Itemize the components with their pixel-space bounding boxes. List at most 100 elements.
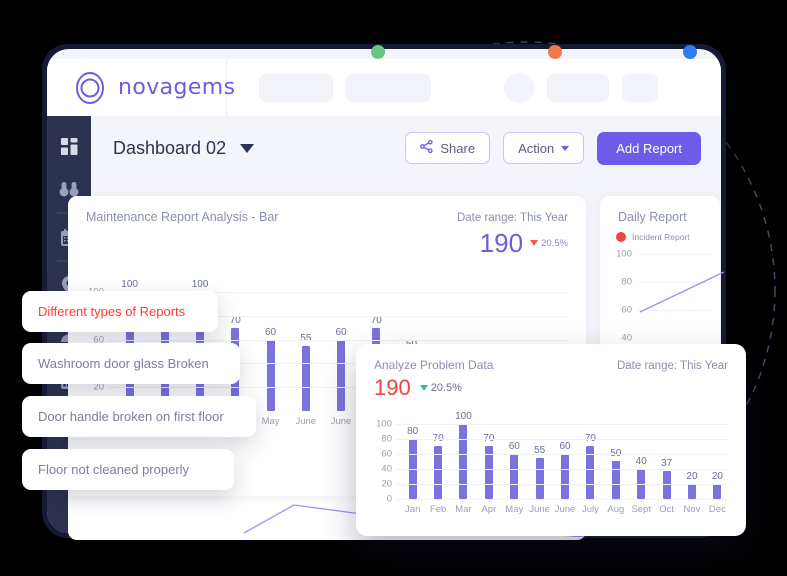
x-axis-tick: June <box>330 416 352 427</box>
sidebar-item-dashboard[interactable] <box>47 126 91 166</box>
appbar-placeholder-1 <box>259 73 333 102</box>
deco-dot-orange <box>548 45 562 59</box>
app-bar: novagems <box>47 59 721 116</box>
analyze-delta-text: 20.5% <box>430 382 462 394</box>
daily-report-card: Daily Report Incident Report 100 80 60 4… <box>600 196 725 361</box>
legend-dot-icon <box>616 232 626 242</box>
header-actions: Share Action Add Report <box>405 131 701 165</box>
triangle-down-icon <box>419 385 428 391</box>
grid-line <box>108 339 568 341</box>
bar-value-label: 20 <box>686 470 698 482</box>
maintenance-kpi-value: 190 <box>479 228 524 258</box>
y-axis-tick: 80 <box>381 433 392 445</box>
grid-line <box>396 453 728 455</box>
daily-report-chart: 100 80 60 40 <box>600 242 725 346</box>
bar-value-label: 40 <box>635 455 647 467</box>
bar-value-label: 100 <box>455 410 472 422</box>
x-axis-tick: Apr <box>481 504 497 515</box>
bar-value-label: 80 <box>407 425 419 437</box>
action-button-label: Action <box>518 140 555 156</box>
daily-report-header: Daily Report <box>600 196 720 224</box>
chevron-down-icon <box>561 145 570 151</box>
maintenance-card-header: Maintenance Report Analysis - Bar Date r… <box>68 196 586 224</box>
daily-y-tick: 80 <box>621 276 632 288</box>
maintenance-kpi: 190 20.5% <box>68 224 586 259</box>
daily-report-legend: Incident Report <box>600 224 720 242</box>
add-report-label: Add Report <box>616 140 682 156</box>
share-button-label: Share <box>440 140 476 156</box>
analyze-kpi: 190 20.5% <box>356 372 746 401</box>
page-header: Dashboard 02 Share Action Add Report <box>91 116 721 180</box>
grid-line <box>396 438 728 440</box>
bar[interactable] <box>713 483 722 499</box>
bar-value-label: 60 <box>508 440 520 452</box>
analyze-card-header: Analyze Problem Data Date range: This Ye… <box>356 344 746 372</box>
bar[interactable] <box>611 461 620 499</box>
bar-value-label: 60 <box>559 440 571 452</box>
x-axis-tick: Oct <box>659 504 674 515</box>
x-axis-tick: May <box>505 504 524 515</box>
bar[interactable] <box>687 483 696 499</box>
daily-y-tick: 100 <box>616 248 632 260</box>
x-axis-tick: Feb <box>429 504 447 515</box>
chevron-down-icon[interactable] <box>240 143 255 153</box>
x-axis-tick: July <box>581 504 599 515</box>
y-axis-tick: 60 <box>381 448 392 460</box>
analyze-bar-chart: 80 70 100 70 60 55 60 70 50 40 37 20 20 100 80 60 40 20 0… <box>356 401 746 515</box>
bar-value-label: 20 <box>711 470 723 482</box>
share-button[interactable]: Share <box>405 132 491 164</box>
bar-value-label: 37 <box>661 458 673 470</box>
share-icon <box>420 139 434 156</box>
bar-value-label: 55 <box>300 332 312 344</box>
action-button[interactable]: Action <box>503 132 585 164</box>
grid-line <box>396 483 728 485</box>
x-axis-tick: June <box>295 416 317 427</box>
y-axis-tick: 100 <box>376 418 392 430</box>
y-axis-tick: 20 <box>381 478 392 490</box>
bar[interactable] <box>662 471 671 499</box>
callout-floor-not-cleaned[interactable]: Floor not cleaned properly <box>22 449 234 490</box>
callout-different-types-of-reports[interactable]: Different types of Reports <box>22 291 218 332</box>
appbar-placeholder-2 <box>346 73 431 102</box>
appbar-placeholder-3 <box>547 73 609 102</box>
bar[interactable] <box>301 345 310 411</box>
ring-logo-icon <box>71 69 109 107</box>
analyze-card-title: Analyze Problem Data <box>374 358 494 372</box>
bar[interactable] <box>266 339 275 411</box>
callout-text: Washroom door glass Broken <box>38 356 209 371</box>
bar[interactable] <box>337 339 346 411</box>
y-axis-tick: 40 <box>381 463 392 475</box>
bar[interactable] <box>510 453 519 499</box>
callout-text: Door handle broken on first floor <box>38 409 224 424</box>
callout-door-handle-broken[interactable]: Door handle broken on first floor <box>22 396 256 437</box>
analyze-kpi-delta: 20.5% <box>419 382 462 394</box>
deco-dot-blue <box>683 45 697 59</box>
analyze-x-labels: Jan Feb Mar Apr May June June July Aug Sept Oct Nov… <box>400 504 730 515</box>
analyze-problem-card: Analyze Problem Data Date range: This Ye… <box>356 344 746 536</box>
grid-line <box>396 468 728 470</box>
appbar-placeholder-4 <box>622 73 658 102</box>
bar-value-label: 60 <box>264 326 277 338</box>
grid-line <box>396 423 728 425</box>
bar[interactable] <box>459 423 468 499</box>
deco-dot-green <box>371 45 385 59</box>
x-axis-tick: June <box>529 504 550 515</box>
screenshot-stage: novagems Dashboard 02 Share Action Add R… <box>0 0 787 576</box>
maintenance-date-range: Date range: This Year <box>456 212 568 224</box>
bar[interactable] <box>561 453 570 499</box>
x-axis-tick: June <box>554 504 576 515</box>
analyze-kpi-value: 190 <box>374 375 411 400</box>
daily-report-line-path <box>639 271 725 313</box>
callout-washroom-door-glass-broken[interactable]: Washroom door glass Broken <box>22 343 240 384</box>
bar-value-label: 100 <box>191 279 209 291</box>
grid-line <box>396 499 728 500</box>
add-report-button[interactable]: Add Report <box>597 131 701 165</box>
bar[interactable] <box>535 457 544 499</box>
brand-block: novagems <box>47 59 235 116</box>
maintenance-kpi-delta: 20.5% <box>530 238 568 249</box>
callout-text: Floor not cleaned properly <box>38 462 190 477</box>
x-axis-tick: Aug <box>607 504 625 515</box>
x-axis-tick: Mar <box>455 504 472 515</box>
daily-report-title: Daily Report <box>618 210 687 224</box>
y-axis-tick: 0 <box>386 493 392 505</box>
